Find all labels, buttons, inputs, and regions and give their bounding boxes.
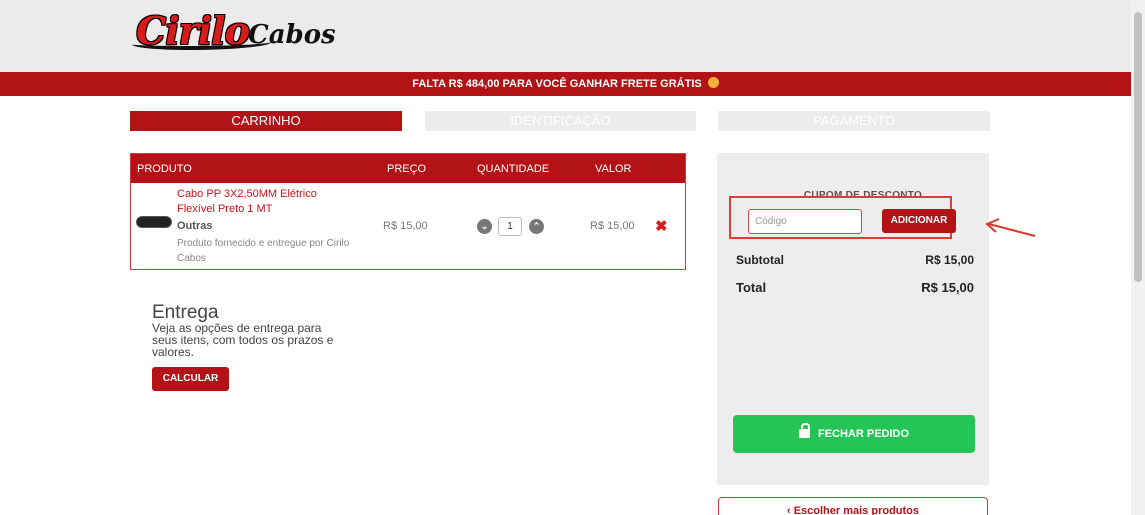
- column-preco: PREÇO: [387, 163, 427, 175]
- cart-table-header: PRODUTO PREÇO QUANTIDADE VALOR: [131, 154, 685, 183]
- quantity-input[interactable]: 1: [498, 217, 522, 236]
- page-scrollbar[interactable]: [1131, 0, 1145, 515]
- product-seller-note: Produto fornecido e entregue por Cirilo …: [177, 238, 350, 264]
- product-price: R$ 15,00: [383, 220, 428, 232]
- lock-icon: [798, 423, 810, 438]
- promo-suffix: PARA VOCÊ GANHAR FRETE GRÁTIS: [502, 78, 702, 90]
- entrega-description: Veja as opções de entrega para seus iten…: [152, 321, 334, 359]
- subtotal-row: Subtotal R$ 15,00: [736, 253, 974, 267]
- site-logo[interactable]: Cirilo Cabos: [130, 6, 336, 64]
- step-carrinho[interactable]: CARRINHO: [130, 111, 402, 131]
- step-identificacao[interactable]: IDENTIFICAÇÃO: [425, 111, 696, 131]
- total-row: Total R$ 15,00: [736, 280, 974, 295]
- promo-amount: R$ 484,00: [448, 78, 500, 90]
- chevron-down-icon[interactable]: ⌄: [477, 219, 492, 234]
- column-produto: PRODUTO: [137, 163, 192, 175]
- site-header: Cirilo Cabos: [0, 0, 1131, 72]
- checkout-label: FECHAR PEDIDO: [817, 428, 910, 440]
- annotation-arrow-icon: [985, 218, 1036, 237]
- chevron-left-icon: ‹: [786, 505, 791, 515]
- step-pagamento[interactable]: PAGAMENTO: [718, 111, 990, 131]
- promo-prefix: FALTA: [412, 78, 446, 90]
- emoji-icon: [707, 77, 719, 88]
- coupon-input[interactable]: Código: [748, 209, 862, 234]
- coupon-highlight-box: Código ADICIONAR: [729, 196, 956, 239]
- order-summary: CUPOM DE DESCONTO Código ADICIONAR Subto…: [717, 153, 989, 485]
- product-name-link[interactable]: Cabo PP 3X2,50MM Elétrico Flexível Preto…: [177, 187, 357, 217]
- remove-icon[interactable]: ✖: [655, 217, 668, 235]
- product-category: Outras: [177, 220, 213, 232]
- column-valor: VALOR: [595, 163, 632, 175]
- chevron-up-icon[interactable]: ⌃: [529, 219, 544, 234]
- subtotal-value: R$ 15,00: [925, 253, 974, 267]
- add-coupon-button[interactable]: ADICIONAR: [882, 209, 956, 233]
- product-thumbnail[interactable]: [136, 216, 172, 228]
- cart-table: PRODUTO PREÇO QUANTIDADE VALOR Cabo PP 3…: [130, 153, 686, 270]
- product-value: R$ 15,00: [590, 220, 635, 232]
- more-products-label: Escolher mais produtos: [793, 505, 920, 515]
- free-shipping-banner: FALTA R$ 484,00 PARA VOCÊ GANHAR FRETE G…: [0, 72, 1131, 96]
- total-value: R$ 15,00: [921, 280, 974, 295]
- subtotal-label: Subtotal: [736, 253, 784, 267]
- checkout-button[interactable]: FECHAR PEDIDO: [733, 415, 975, 453]
- calcular-button[interactable]: CALCULAR: [152, 367, 229, 391]
- scrollbar-thumb[interactable]: [1134, 12, 1142, 282]
- more-products-button[interactable]: ‹ Escolher mais produtos: [718, 497, 988, 515]
- column-quantidade: QUANTIDADE: [477, 163, 550, 175]
- total-label: Total: [736, 280, 767, 295]
